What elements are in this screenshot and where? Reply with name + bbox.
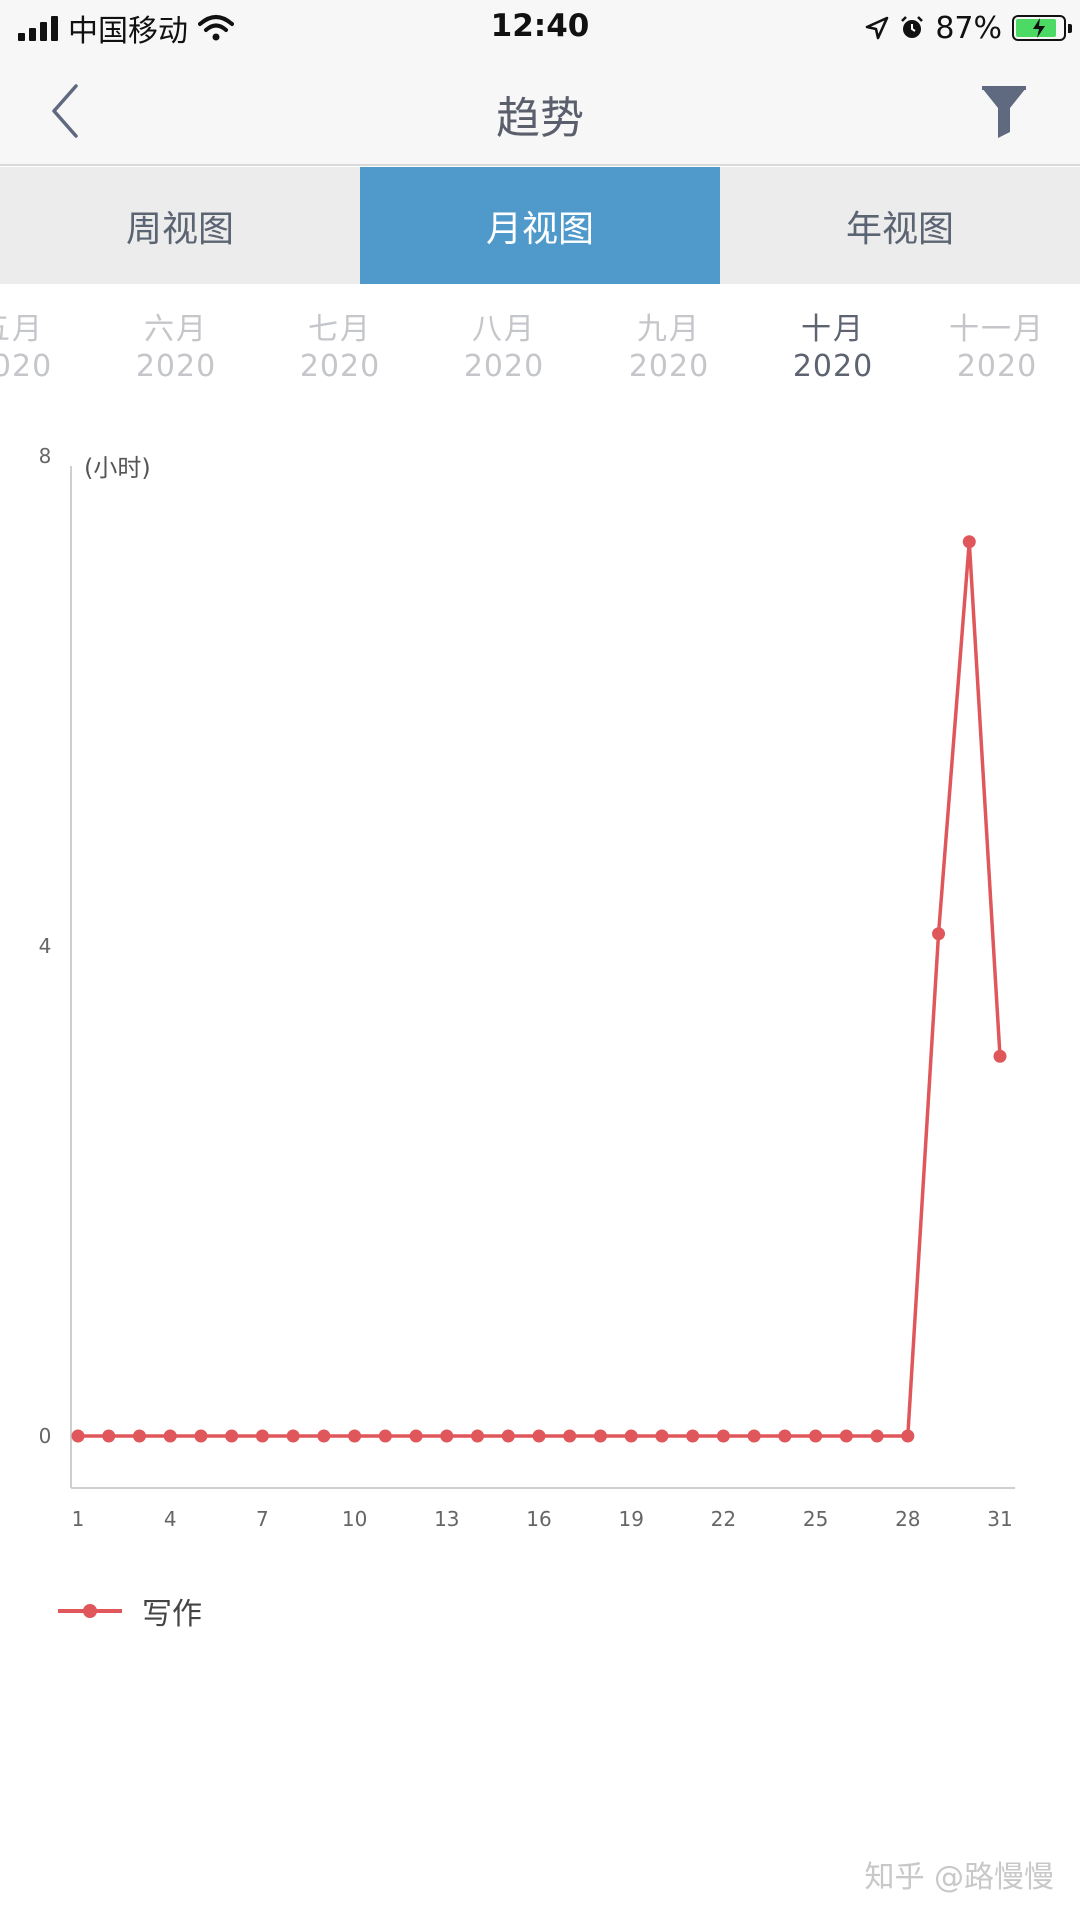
month-label: 八月 bbox=[472, 312, 536, 347]
data-point bbox=[901, 1429, 915, 1443]
data-point bbox=[471, 1429, 485, 1443]
status-bar: 中国移动 12:40 87% bbox=[0, 0, 1080, 56]
tab-month-view[interactable]: 月视图 bbox=[360, 167, 720, 284]
data-point bbox=[809, 1429, 823, 1443]
year-label: 2020 bbox=[792, 349, 874, 384]
legend-label: 写作 bbox=[142, 1597, 202, 1632]
view-tabs: 周视图 月视图 年视图 bbox=[0, 167, 1080, 284]
data-point bbox=[194, 1429, 208, 1443]
month-label: 十月 bbox=[801, 312, 865, 347]
y-axis-unit-label: (小时) bbox=[84, 454, 151, 482]
x-tick-label: 7 bbox=[256, 1507, 269, 1531]
location-icon bbox=[866, 16, 889, 40]
data-point bbox=[932, 927, 946, 941]
data-point bbox=[624, 1429, 638, 1443]
data-point bbox=[870, 1429, 884, 1443]
data-point bbox=[71, 1429, 85, 1443]
data-point bbox=[163, 1429, 177, 1443]
data-point bbox=[993, 1049, 1007, 1063]
data-point bbox=[286, 1429, 300, 1443]
x-tick-label: 10 bbox=[342, 1507, 367, 1531]
battery-percent: 87% bbox=[935, 10, 1002, 46]
y-tick-label: 0 bbox=[39, 1424, 52, 1448]
month-scroller[interactable]: 五月2020六月2020七月2020八月2020九月2020十月2020十一月2… bbox=[0, 284, 1080, 414]
data-point bbox=[747, 1429, 761, 1443]
month-item[interactable]: 十一月 2020 bbox=[917, 312, 1077, 386]
data-point bbox=[563, 1429, 577, 1443]
x-tick-label: 19 bbox=[618, 1507, 643, 1531]
data-point bbox=[132, 1429, 146, 1443]
x-tick-label: 22 bbox=[711, 1507, 736, 1531]
year-label: 2020 bbox=[0, 349, 53, 384]
data-point bbox=[655, 1429, 669, 1443]
battery-charging-icon bbox=[1012, 15, 1072, 41]
x-tick-label: 16 bbox=[526, 1507, 551, 1531]
page-title: 趋势 bbox=[496, 93, 584, 144]
data-point bbox=[348, 1429, 362, 1443]
month-item[interactable]: 五月2020 bbox=[0, 312, 92, 386]
y-tick-label: 4 bbox=[39, 934, 52, 958]
nav-bar: 趋势 bbox=[0, 56, 1080, 166]
tab-year-view[interactable]: 年视图 bbox=[720, 167, 1080, 284]
x-tick-label: 25 bbox=[803, 1507, 828, 1531]
month-label: 五月 bbox=[0, 312, 44, 347]
chart-legend: 写作 bbox=[58, 1586, 202, 1636]
watermark: 知乎 @路慢慢 bbox=[864, 1860, 1054, 1895]
month-label: 十一月 bbox=[949, 312, 1045, 347]
y-tick-label: 8 bbox=[39, 444, 52, 468]
year-label: 2020 bbox=[299, 349, 381, 384]
x-tick-label: 28 bbox=[895, 1507, 920, 1531]
year-label: 2020 bbox=[463, 349, 545, 384]
month-label: 九月 bbox=[637, 312, 701, 347]
data-point bbox=[532, 1429, 546, 1443]
tab-week-view[interactable]: 周视图 bbox=[0, 167, 360, 284]
status-right: 87% bbox=[865, 8, 1072, 48]
x-tick-label: 13 bbox=[434, 1507, 459, 1531]
legend-swatch bbox=[58, 1604, 122, 1618]
data-point bbox=[962, 535, 976, 549]
data-point bbox=[686, 1429, 700, 1443]
month-item[interactable]: 九月 2020 bbox=[589, 312, 749, 386]
x-tick-label: 4 bbox=[164, 1507, 177, 1531]
filter-button[interactable] bbox=[976, 78, 1032, 144]
data-point bbox=[317, 1429, 331, 1443]
data-point bbox=[378, 1429, 392, 1443]
data-point bbox=[255, 1429, 269, 1443]
year-label: 2020 bbox=[628, 349, 710, 384]
year-label: 2020 bbox=[135, 349, 217, 384]
filter-icon bbox=[982, 86, 1026, 138]
month-item[interactable]: 七月 2020 bbox=[260, 312, 420, 386]
data-point bbox=[225, 1429, 239, 1443]
data-point bbox=[409, 1429, 423, 1443]
series-line-0 bbox=[78, 540, 1002, 1438]
alarm-icon bbox=[901, 16, 924, 38]
month-label: 七月 bbox=[308, 312, 372, 347]
data-point bbox=[440, 1429, 454, 1443]
data-point bbox=[839, 1429, 853, 1443]
data-point bbox=[716, 1429, 730, 1443]
year-label: 2020 bbox=[956, 349, 1038, 384]
data-point bbox=[501, 1429, 515, 1443]
data-point bbox=[778, 1429, 792, 1443]
month-item[interactable]: 六月 2020 bbox=[96, 312, 256, 386]
data-point bbox=[102, 1429, 116, 1443]
month-item[interactable]: 八月 2020 bbox=[424, 312, 584, 386]
month-label: 六月 bbox=[144, 312, 208, 347]
x-tick-label: 1 bbox=[72, 1507, 85, 1531]
trend-chart: (小时) 0 4 8 1 4 7 10 13 16 19 22 25 28 31 bbox=[39, 444, 1015, 1531]
month-item[interactable]: 十月 2020 bbox=[753, 312, 913, 386]
x-tick-label: 31 bbox=[987, 1507, 1012, 1531]
data-point bbox=[593, 1429, 607, 1443]
